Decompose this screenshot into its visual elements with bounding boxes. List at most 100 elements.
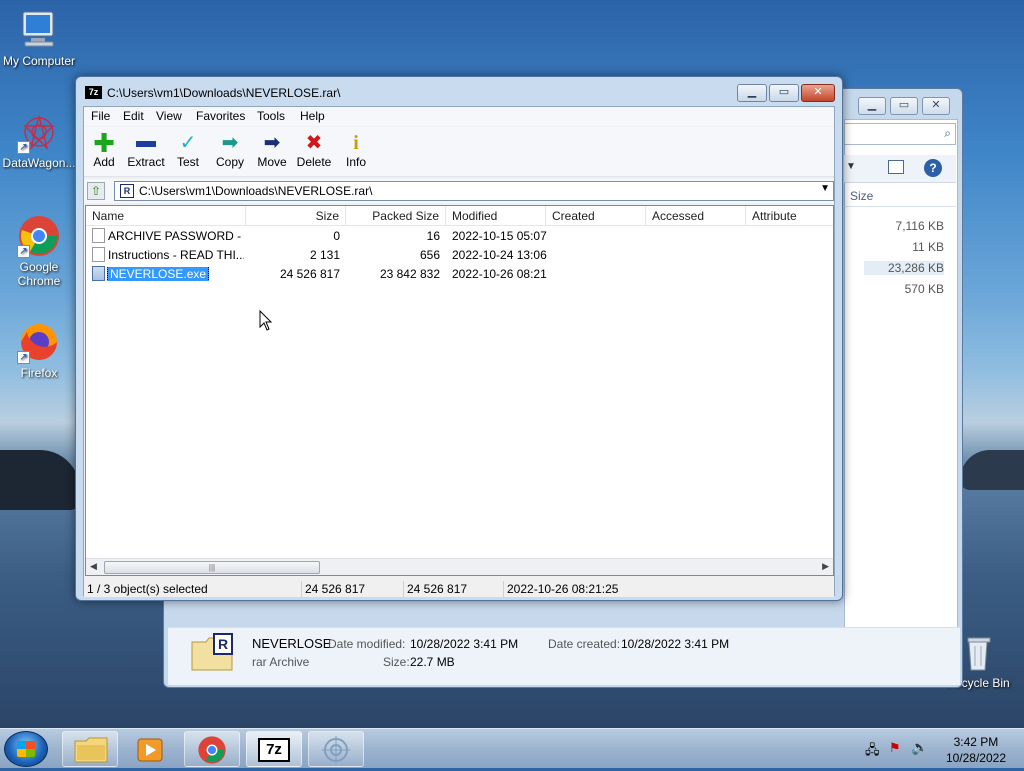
explorer-toolbar: ▼ ? bbox=[844, 155, 956, 183]
extract-label: Extract bbox=[127, 155, 165, 169]
move-label: Move bbox=[257, 155, 287, 169]
details-date-created-label: Date created: bbox=[548, 637, 621, 651]
clock-time: 3:42 PM bbox=[953, 735, 999, 749]
7zip-app-icon: 7z bbox=[85, 86, 102, 99]
desktop-icon-datawagon[interactable]: ↗ DataWagon... bbox=[1, 110, 77, 170]
menu-help[interactable]: Help bbox=[300, 109, 325, 123]
shortcut-arrow-icon: ↗ bbox=[17, 245, 30, 258]
column-header-packed-size[interactable]: Packed Size bbox=[346, 206, 446, 226]
info-button[interactable]: i Info bbox=[334, 131, 378, 169]
action-center-icon[interactable]: ⚑ bbox=[889, 740, 901, 756]
add-label: Add bbox=[93, 155, 115, 169]
table-row-selected[interactable]: NEVERLOSE.exe 24 526 817 23 842 832 2022… bbox=[86, 265, 833, 284]
minimize-icon[interactable]: ▁ bbox=[858, 97, 886, 115]
file-packed-size: 23 842 832 bbox=[379, 267, 440, 281]
column-header-size[interactable]: Size bbox=[246, 206, 346, 226]
column-header-modified[interactable]: Modified bbox=[446, 206, 546, 226]
scroll-left-icon[interactable]: ◀ bbox=[90, 561, 97, 572]
menu-view[interactable]: View bbox=[156, 109, 182, 123]
address-path: C:\Users\vm1\Downloads\NEVERLOSE.rar\ bbox=[139, 184, 373, 198]
scrollbar-thumb[interactable]: ||| bbox=[104, 561, 320, 574]
desktop-icon-my-computer[interactable]: My Computer bbox=[1, 8, 77, 68]
title-bar[interactable]: 7z C:\Users\vm1\Downloads\NEVERLOSE.rar\… bbox=[76, 77, 842, 107]
clock[interactable]: 3:42 PM 10/28/2022 bbox=[946, 734, 1006, 766]
plus-icon: ✚ bbox=[93, 128, 115, 158]
file-size: 7,116 KB bbox=[895, 219, 944, 233]
file-modified: 2022-10-26 08:21 bbox=[452, 267, 547, 281]
maximize-icon[interactable]: ▭ bbox=[890, 97, 918, 115]
help-icon[interactable]: ? bbox=[924, 159, 942, 177]
file-size: 2 131 bbox=[309, 248, 340, 262]
status-packed-size: 24 526 817 bbox=[403, 581, 503, 597]
windows-logo-icon bbox=[17, 741, 35, 757]
desktop-icon-label: Firefox bbox=[20, 366, 58, 380]
close-button[interactable]: ✕ bbox=[801, 84, 835, 102]
folder-up-button[interactable]: ⇧ bbox=[87, 182, 105, 200]
scroll-right-icon[interactable]: ▶ bbox=[822, 561, 829, 572]
column-header-size[interactable]: Size bbox=[844, 185, 956, 207]
status-modified: 2022-10-26 08:21:25 bbox=[503, 581, 803, 597]
column-header-name[interactable]: Name bbox=[86, 206, 246, 226]
minimize-button[interactable]: ▁ bbox=[737, 84, 767, 102]
address-input[interactable]: R C:\Users\vm1\Downloads\NEVERLOSE.rar\ … bbox=[114, 181, 834, 201]
column-header-created[interactable]: Created bbox=[546, 206, 646, 226]
menu-edit[interactable]: Edit bbox=[123, 109, 144, 123]
wallpaper-rocks bbox=[960, 450, 1024, 490]
taskbar-app[interactable] bbox=[308, 731, 364, 767]
7zip-file-manager-window[interactable]: 7z C:\Users\vm1\Downloads\NEVERLOSE.rar\… bbox=[75, 76, 843, 601]
crosshair-app-icon bbox=[322, 736, 350, 764]
file-size: 23,286 KB bbox=[864, 261, 944, 275]
menu-tools[interactable]: Tools bbox=[257, 109, 285, 123]
firefox-icon: ↗ bbox=[17, 320, 61, 364]
test-button[interactable]: ✓ Test bbox=[166, 131, 210, 169]
taskbar-7zip[interactable]: 7z bbox=[246, 731, 302, 767]
desktop-icon-firefox[interactable]: ↗ Firefox bbox=[1, 320, 77, 380]
desktop-icon-label: Google Chrome bbox=[17, 260, 61, 288]
datawagon-icon: ↗ bbox=[17, 110, 61, 154]
maximize-button[interactable]: ▭ bbox=[769, 84, 799, 102]
taskbar-explorer[interactable] bbox=[62, 731, 118, 767]
add-button[interactable]: ✚ Add bbox=[82, 128, 126, 169]
copy-arrow-icon: ➡ bbox=[221, 132, 239, 154]
window-title: C:\Users\vm1\Downloads\NEVERLOSE.rar\ bbox=[107, 86, 341, 100]
search-input[interactable]: ⌕ bbox=[844, 123, 956, 145]
computer-icon bbox=[17, 8, 61, 52]
file-packed-size: 16 bbox=[426, 229, 440, 243]
preview-pane-icon[interactable] bbox=[888, 160, 904, 174]
desktop-icon-google-chrome[interactable]: ↗ Google Chrome bbox=[1, 214, 77, 288]
file-name: Instructions - READ THI... bbox=[108, 248, 244, 262]
check-icon: ✓ bbox=[179, 132, 197, 154]
address-dropdown-icon[interactable]: ▼ bbox=[820, 183, 830, 194]
details-file-name: NEVERLOSE bbox=[252, 636, 332, 651]
delete-button[interactable]: ✖ Delete bbox=[292, 131, 336, 169]
taskbar-media-player[interactable] bbox=[122, 731, 178, 767]
copy-button[interactable]: ➡ Copy bbox=[208, 131, 252, 169]
shortcut-arrow-icon: ↗ bbox=[17, 141, 30, 154]
move-button[interactable]: ➡ Move bbox=[250, 131, 294, 169]
table-row[interactable]: ARCHIVE PASSWORD - ... 0 16 2022-10-15 0… bbox=[86, 227, 833, 246]
close-icon[interactable]: ✕ bbox=[922, 97, 950, 115]
minimize-icon: ▁ bbox=[747, 86, 757, 98]
volume-icon[interactable]: 🔈 bbox=[911, 739, 928, 756]
horizontal-scrollbar[interactable]: ◀ ||| ▶ bbox=[86, 558, 833, 575]
details-date-created: 10/28/2022 3:41 PM bbox=[621, 637, 730, 651]
table-row[interactable]: Instructions - READ THI... 2 131 656 202… bbox=[86, 246, 833, 265]
start-button[interactable] bbox=[4, 731, 48, 767]
menu-file[interactable]: File bbox=[91, 109, 110, 123]
network-icon[interactable]: 🖧 bbox=[865, 741, 880, 763]
file-modified: 2022-10-15 05:07 bbox=[452, 229, 547, 243]
wallpaper-rocks bbox=[0, 450, 80, 510]
menu-favorites[interactable]: Favorites bbox=[196, 109, 245, 123]
system-tray: 🖧 ⚑ 🔈 3:42 PM 10/28/2022 bbox=[849, 729, 1024, 769]
extract-button[interactable]: Extract bbox=[124, 131, 168, 169]
column-header-accessed[interactable]: Accessed bbox=[646, 206, 746, 226]
file-list[interactable]: Name Size Packed Size Modified Created A… bbox=[85, 205, 834, 576]
minus-icon bbox=[124, 131, 168, 155]
view-dropdown-icon[interactable]: ▼ bbox=[846, 161, 856, 172]
column-header-attributes[interactable]: Attribute bbox=[746, 206, 833, 226]
text-file-icon bbox=[92, 247, 105, 262]
taskbar-chrome[interactable] bbox=[184, 731, 240, 767]
column-headers: Name Size Packed Size Modified Created A… bbox=[86, 206, 833, 226]
folder-up-icon: ⇧ bbox=[90, 184, 102, 198]
desktop-icon-label: My Computer bbox=[2, 54, 76, 68]
